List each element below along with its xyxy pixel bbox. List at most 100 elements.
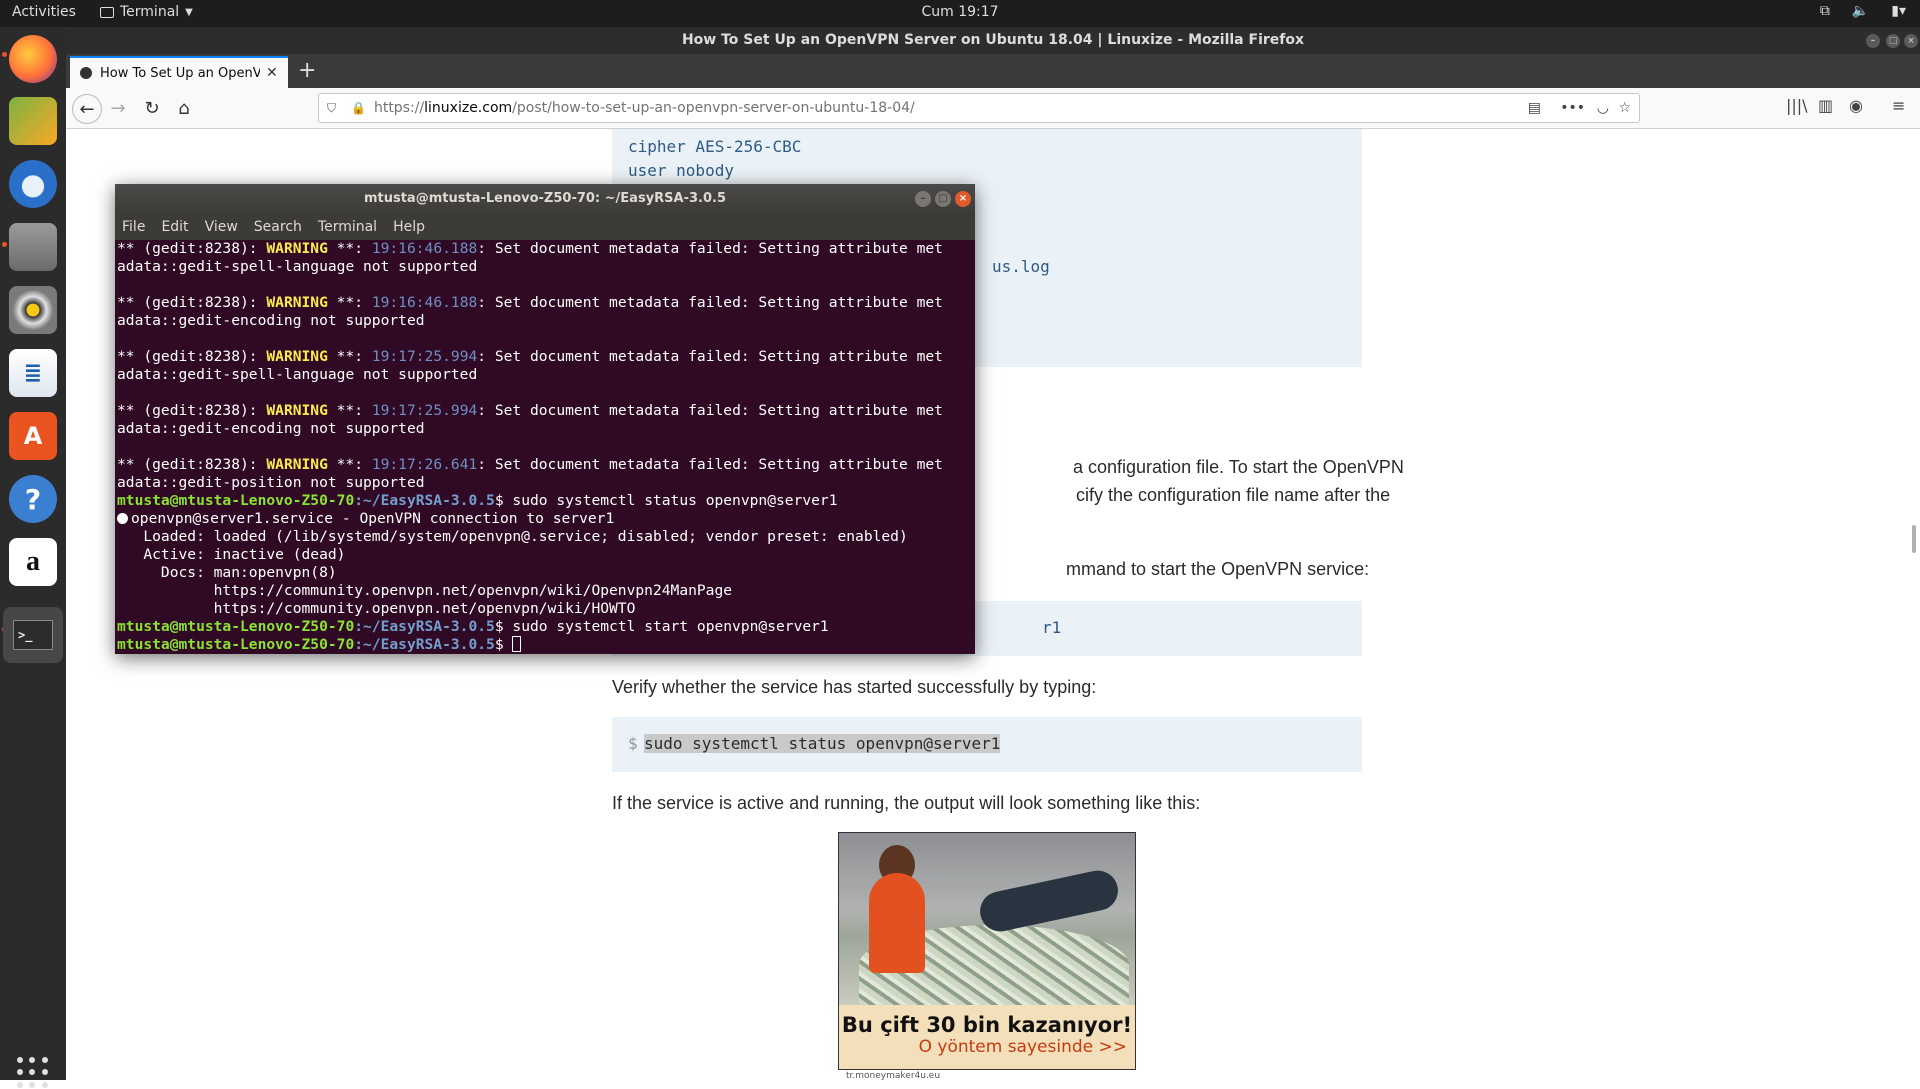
maximize-button[interactable]: □	[1886, 34, 1900, 48]
status-line: openvpn@server1.service - OpenVPN connec…	[131, 510, 615, 527]
back-button[interactable]: ←	[72, 94, 102, 124]
terminal-launcher[interactable]: >_	[3, 607, 63, 663]
status-line: Docs: man:openvpn(8)	[117, 564, 337, 581]
software-center-icon[interactable]: A	[9, 412, 57, 460]
help-icon[interactable]: ?	[9, 475, 57, 523]
menu-search[interactable]: Search	[254, 219, 302, 235]
ad-url[interactable]: tr.moneymaker4u.eu	[846, 1071, 940, 1080]
terminal-icon	[100, 6, 114, 18]
highlighted-command[interactable]: sudo systemctl status openvpn@server1	[644, 734, 1001, 753]
warning-message-cont: adata::gedit-encoding not supported	[117, 420, 425, 437]
terminal-window[interactable]: mtusta@mtusta-Lenovo-Z50-70: ~/EasyRSA-3…	[115, 184, 975, 654]
image-viewer-icon[interactable]	[9, 97, 57, 145]
warning-timestamp: 19:17:25.994	[371, 402, 478, 419]
bookmark-star-icon[interactable]: ☆	[1618, 100, 1631, 116]
close-tab-icon[interactable]: ✕	[266, 65, 278, 81]
terminal-line: https://community.openvpn.net/openvpn/wi…	[117, 600, 969, 618]
account-icon[interactable]: ◉	[1849, 96, 1863, 115]
app-menu[interactable]: Terminal ▼	[100, 4, 193, 20]
warning-message: : Set document metadata failed: Setting …	[477, 348, 943, 365]
warning-label: WARNING	[266, 456, 328, 473]
ad-banner: Bu çift 30 bin kazanıyor! O yöntem sayes…	[839, 1005, 1135, 1069]
terminal-line: ** (gedit:8238): WARNING **: 19:17:26.64…	[117, 456, 969, 474]
writer-icon[interactable]: ≣	[9, 349, 57, 397]
sidebar-icon[interactable]: ▥	[1818, 96, 1833, 115]
warning-stars: **:	[327, 456, 372, 473]
prompt-path: :~/EasyRSA-3.0.5	[354, 618, 495, 635]
paragraph-text: cify the configuration file name after t…	[1076, 485, 1391, 505]
amazon-icon[interactable]: a	[9, 538, 57, 586]
activities-button[interactable]: Activities	[12, 4, 76, 20]
close-button[interactable]: ×	[1904, 34, 1918, 48]
menu-help[interactable]: Help	[393, 219, 425, 235]
rhythmbox-icon[interactable]	[9, 286, 57, 334]
terminal-line: mtusta@mtusta-Lenovo-Z50-70:~/EasyRSA-3.…	[117, 618, 969, 636]
clock[interactable]: Cum 19:17	[921, 4, 998, 20]
url-bar[interactable]: ⛉ 🔒 https://linuxize.com/post/how-to-set…	[318, 93, 1640, 123]
new-tab-button[interactable]: +	[298, 58, 316, 83]
gnome-top-bar: Activities Terminal ▼ Cum 19:17 ⧉ 🔈 ▮▾	[0, 0, 1920, 27]
minimize-button[interactable]: –	[1866, 34, 1880, 48]
page-actions-icon[interactable]: •••	[1560, 100, 1585, 116]
system-tray[interactable]: ⧉ 🔈 ▮▾	[1820, 3, 1906, 19]
advertisement[interactable]: Bu çift 30 bin kazanıyor! O yöntem sayes…	[838, 832, 1136, 1070]
tab-active[interactable]: How To Set Up an OpenVPN Server on Ubunt…	[70, 56, 288, 88]
prompt-symbol: $	[494, 618, 513, 635]
shield-icon: ⛉	[327, 100, 337, 115]
warning-prefix: ** (gedit:8238):	[117, 456, 267, 473]
close-button[interactable]: ×	[955, 191, 971, 207]
terminal-menubar: File Edit View Search Terminal Help	[115, 214, 975, 240]
warning-timestamp: 19:16:46.188	[371, 240, 478, 257]
pocket-icon[interactable]: ◡	[1597, 100, 1609, 116]
warning-prefix: ** (gedit:8238):	[117, 294, 267, 311]
warning-message-cont: adata::gedit-spell-language not supporte…	[117, 366, 478, 383]
warning-label: WARNING	[266, 348, 328, 365]
menu-terminal[interactable]: Terminal	[318, 219, 377, 235]
code-line: user nobody	[628, 161, 734, 180]
warning-message-cont: adata::gedit-position not supported	[117, 474, 425, 491]
hamburger-menu-icon[interactable]: ≡	[1892, 96, 1905, 115]
warning-stars: **:	[327, 294, 372, 311]
library-icon[interactable]: |||\	[1786, 96, 1808, 115]
scrollbar-thumb[interactable]	[1912, 525, 1916, 553]
terminal-line: adata::gedit-encoding not supported	[117, 420, 969, 438]
minimize-button[interactable]: –	[915, 191, 931, 207]
app-grid-icon[interactable]	[17, 1057, 49, 1089]
menu-file[interactable]: File	[122, 219, 145, 235]
battery-icon: ▮▾	[1891, 3, 1906, 19]
lock-icon: 🔒	[351, 101, 366, 115]
terminal-titlebar[interactable]: mtusta@mtusta-Lenovo-Z50-70: ~/EasyRSA-3…	[115, 184, 975, 214]
status-dot-icon	[117, 513, 128, 524]
terminal-line: ** (gedit:8238): WARNING **: 19:17:25.99…	[117, 348, 969, 366]
prompt-user: mtusta@mtusta-Lenovo-Z50-70	[117, 492, 355, 509]
forward-button[interactable]: →	[104, 94, 132, 122]
prompt-path: :~/EasyRSA-3.0.5	[354, 636, 495, 653]
url-scheme: https://	[373, 100, 425, 116]
warning-label: WARNING	[266, 294, 328, 311]
reader-view-icon[interactable]: ▤	[1528, 100, 1541, 116]
menu-view[interactable]: View	[205, 219, 238, 235]
firefox-titlebar: How To Set Up an OpenVPN Server on Ubunt…	[66, 27, 1920, 54]
terminal-line: https://community.openvpn.net/openvpn/wi…	[117, 582, 969, 600]
warning-label: WARNING	[266, 402, 328, 419]
terminal-title: mtusta@mtusta-Lenovo-Z50-70: ~/EasyRSA-3…	[363, 191, 727, 206]
firefox-icon[interactable]	[9, 35, 57, 83]
menu-edit[interactable]: Edit	[161, 219, 188, 235]
url-path: /post/how-to-set-up-an-openvpn-server-on…	[512, 100, 915, 116]
network-icon: ⧉	[1819, 3, 1830, 19]
terminal-output[interactable]: ** (gedit:8238): WARNING **: 19:16:46.18…	[117, 240, 969, 654]
navigation-toolbar: ← → ↻ ⌂ ⛉ 🔒 https://linuxize.com/post/ho…	[66, 88, 1920, 129]
running-indicator	[2, 242, 7, 247]
reload-button[interactable]: ↻	[138, 94, 166, 122]
warning-message-cont: adata::gedit-spell-language not supporte…	[117, 258, 478, 275]
maximize-button[interactable]: □	[935, 191, 951, 207]
status-line: https://community.openvpn.net/openvpn/wi…	[117, 600, 636, 617]
home-button[interactable]: ⌂	[170, 94, 198, 122]
warning-stars: **:	[327, 402, 372, 419]
thunderbird-icon[interactable]	[9, 160, 57, 208]
files-icon[interactable]	[9, 223, 57, 271]
terminal-icon: >_	[13, 620, 53, 650]
